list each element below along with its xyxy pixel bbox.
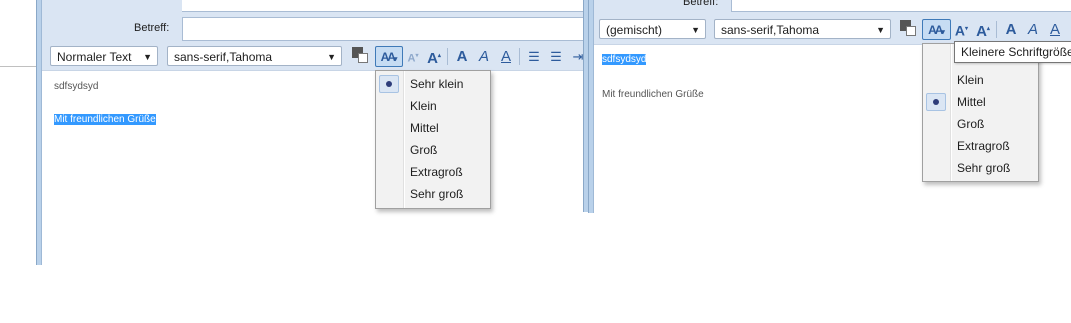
font-size-menu: Klein Mittel Groß Extragroß Sehr groß — [922, 43, 1039, 182]
menu-item-mittel[interactable]: Mittel — [923, 91, 1038, 113]
body-line-1-selected: sdfsydsyd — [602, 54, 647, 65]
tooltip-text: Kleinere Schriftgröße — [961, 45, 1071, 59]
left-compose-window: Betreff: Normaler Text ▼ sans-serif,Taho… — [0, 0, 588, 265]
smaller-font-icon[interactable]: A▾ — [405, 46, 421, 67]
tooltip: Kleinere Schriftgröße — [954, 41, 1071, 63]
formatting-toolbar: Normaler Text ▼ sans-serif,Tahoma ▼ AA▾ … — [42, 44, 588, 71]
chevron-down-icon: ▼ — [691, 25, 700, 35]
larger-font-icon[interactable]: A▴ — [425, 46, 443, 67]
subject-label: Betreff: — [134, 22, 170, 34]
font-family-select[interactable]: sans-serif,Tahoma ▼ — [167, 46, 342, 66]
font-family-value: sans-serif,Tahoma — [721, 23, 820, 37]
compose-header: Betreff: — [594, 0, 1071, 17]
menu-item-gross[interactable]: Groß — [376, 139, 490, 161]
font-size-button[interactable]: AA▾ — [375, 46, 403, 67]
subject-input[interactable] — [182, 17, 588, 41]
larger-font-icon[interactable]: A▴ — [974, 19, 992, 40]
outside-divider — [0, 66, 36, 67]
underline-icon[interactable]: A — [498, 46, 514, 67]
radio-selected-icon — [379, 75, 399, 93]
paragraph-format-select[interactable]: (gemischt) ▼ — [599, 19, 706, 39]
compose-content: Betreff: Normaler Text ▼ sans-serif,Taho… — [42, 0, 588, 265]
bold-icon[interactable]: A — [1003, 19, 1019, 40]
background-color-icon[interactable] — [358, 53, 368, 63]
italic-icon[interactable]: A — [1025, 19, 1041, 40]
chevron-down-icon: ▼ — [327, 52, 336, 62]
paragraph-format-value: (gemischt) — [606, 23, 663, 37]
body-signature-selected: Mit freundlichen Grüße — [54, 114, 156, 125]
toolbar-separator — [519, 48, 520, 65]
font-size-button[interactable]: AA▾ — [922, 19, 951, 40]
compose-header: Betreff: — [42, 0, 588, 44]
body-line-1: sdfsydsyd — [54, 81, 99, 92]
menu-item-sehr-klein[interactable]: Sehr klein — [376, 73, 490, 95]
underline-icon[interactable]: A — [1047, 19, 1063, 40]
menu-item-klein[interactable]: Klein — [376, 95, 490, 117]
numbered-list-icon[interactable]: ☰ — [548, 46, 564, 67]
paragraph-format-value: Normaler Text — [57, 50, 132, 64]
chevron-down-icon: ▼ — [876, 25, 885, 35]
menu-item-sehr-gross[interactable]: Sehr groß — [376, 183, 490, 205]
font-family-select[interactable]: sans-serif,Tahoma ▼ — [714, 19, 891, 39]
menu-item-extragross[interactable]: Extragroß — [923, 135, 1038, 157]
font-family-value: sans-serif,Tahoma — [174, 50, 273, 64]
body-signature: Mit freundlichen Grüße — [602, 89, 704, 100]
message-body[interactable]: sdfsydsyd Mit freundlichen Grüße — [42, 71, 588, 265]
menu-item-sehr-gross[interactable]: Sehr groß — [923, 157, 1038, 179]
subject-input[interactable] — [731, 0, 1071, 12]
menu-item-mittel[interactable]: Mittel — [376, 117, 490, 139]
radio-selected-icon — [926, 93, 946, 111]
toolbar-separator — [996, 21, 997, 38]
chevron-down-icon: ▼ — [143, 52, 152, 62]
menu-item-gross[interactable]: Groß — [923, 113, 1038, 135]
recipient-field-bottom[interactable] — [182, 0, 588, 12]
left-outside-area — [0, 0, 36, 265]
italic-icon[interactable]: A — [476, 46, 492, 67]
bold-icon[interactable]: A — [454, 46, 470, 67]
font-size-menu: Sehr klein Klein Mittel Groß Extragroß S… — [375, 70, 491, 209]
background-color-icon[interactable] — [906, 26, 916, 36]
font-size-icon: AA — [928, 23, 943, 37]
menu-item-extragross[interactable]: Extragroß — [376, 161, 490, 183]
bulleted-list-icon[interactable]: ☰ — [526, 46, 542, 67]
menu-item-klein[interactable]: Klein — [923, 69, 1038, 91]
toolbar-separator — [447, 48, 448, 65]
font-size-icon: AA — [380, 50, 396, 64]
smaller-font-icon[interactable]: A▾ — [953, 19, 970, 40]
paragraph-format-select[interactable]: Normaler Text ▼ — [50, 46, 158, 66]
subject-label: Betreff: — [683, 0, 719, 8]
